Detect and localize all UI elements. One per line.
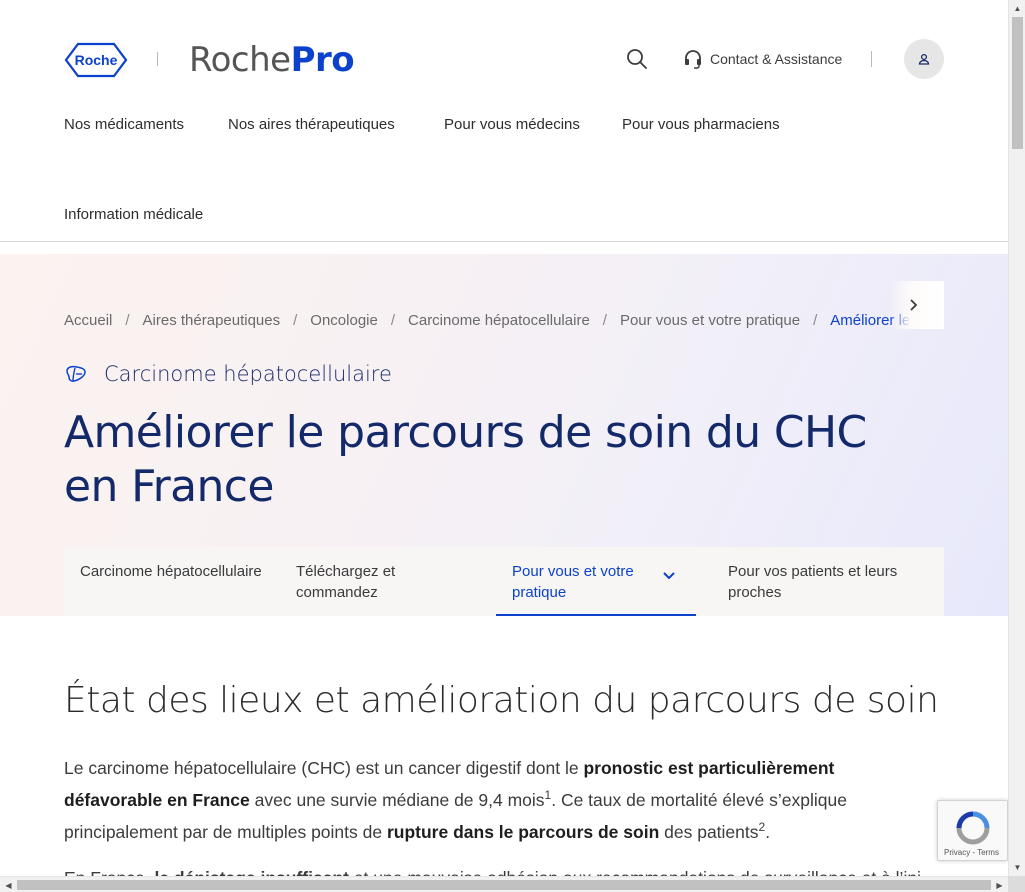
chevron-right-icon <box>910 299 918 311</box>
recaptcha-badge[interactable]: Privacy - Terms <box>937 800 1008 861</box>
subnav-item-telechargez[interactable]: Téléchargez et commandez <box>280 547 496 616</box>
section-subnav: Carcinome hépatocellulaire Téléchargez e… <box>64 547 944 616</box>
roche-logo[interactable]: Roche <box>64 42 128 78</box>
topic-label: Carcinome hépatocellulaire <box>64 362 392 386</box>
breadcrumb-item-chc[interactable]: Carcinome hépatocellulaire <box>408 312 590 329</box>
subnav-label: Téléchargez et commandez <box>296 563 396 601</box>
para-bold: rupture dans le parcours de soin <box>386 822 660 842</box>
nav-item-medicaments[interactable]: Nos médicaments <box>64 116 184 133</box>
recaptcha-icon <box>956 811 990 845</box>
recaptcha-links[interactable]: Privacy - Terms <box>944 848 999 857</box>
contact-assistance-link[interactable]: Contact & Assistance <box>684 46 842 72</box>
scroll-right-icon[interactable]: ▶ <box>991 877 1008 892</box>
nav-item-information-medicale[interactable]: Information médicale <box>64 206 203 223</box>
breadcrumb-separator: / <box>293 311 298 329</box>
account-button[interactable] <box>904 39 944 79</box>
subnav-label: Pour vous et votre pratique <box>512 563 634 601</box>
nav-item-pharmaciens[interactable]: Pour vous pharmaciens <box>622 116 780 133</box>
breadcrumb-item-oncologie[interactable]: Oncologie <box>310 312 378 329</box>
topic-label-text: Carcinome hépatocellulaire <box>104 362 392 386</box>
breadcrumb-item-pratique[interactable]: Pour vous et votre pratique <box>620 312 800 329</box>
brand-part-roche: Roche <box>189 40 291 80</box>
vertical-scrollbar[interactable]: ▲ ▼ <box>1008 0 1025 876</box>
horizontal-scrollbar[interactable]: ◀ ▶ <box>0 876 1008 892</box>
contact-label: Contact & Assistance <box>710 51 843 67</box>
breadcrumb-item-aires[interactable]: Aires thérapeutiques <box>143 312 281 329</box>
site-header: Roche RochePro Contact & Assistance Nos … <box>0 0 1008 242</box>
breadcrumb: Accueil / Aires thérapeutiques / Oncolog… <box>64 296 944 344</box>
subnav-label: Pour vos patients et leurs proches <box>728 563 898 601</box>
breadcrumb-item-accueil[interactable]: Accueil <box>64 312 112 329</box>
second-paragraph: En France, le dépistage insuffisant et u… <box>64 862 924 876</box>
chevron-down-icon <box>663 572 675 580</box>
logo-divider <box>157 52 158 66</box>
para-text: des patients <box>659 822 759 842</box>
nav-item-aires-therapeutiques[interactable]: Nos aires thérapeutiques <box>228 116 395 133</box>
scroll-left-icon[interactable]: ◀ <box>0 877 17 892</box>
page-title: Améliorer le parcours de soin du CHC en … <box>64 407 867 512</box>
subnav-item-pratique[interactable]: Pour vous et votre pratique <box>496 547 696 616</box>
horizontal-scroll-thumb[interactable] <box>17 880 991 890</box>
subnav-item-chc[interactable]: Carcinome hépatocellulaire <box>64 547 280 616</box>
para-text: Le carcinome hépatocellulaire (CHC) est … <box>64 758 584 778</box>
nav-item-medecins[interactable]: Pour vous médecins <box>444 116 580 133</box>
scroll-up-icon[interactable]: ▲ <box>1009 0 1025 17</box>
liver-icon <box>66 365 86 382</box>
headset-icon <box>685 50 701 69</box>
para-text: . <box>765 822 771 842</box>
hero-section: Accueil / Aires thérapeutiques / Oncolog… <box>0 254 1008 616</box>
scroll-down-icon[interactable]: ▼ <box>1009 859 1025 876</box>
section-heading: État des lieux et amélioration du parcou… <box>64 680 939 721</box>
user-icon <box>918 53 930 65</box>
breadcrumb-separator: / <box>125 311 130 329</box>
search-icon <box>627 49 647 69</box>
breadcrumb-separator: / <box>390 311 396 329</box>
rochepro-brand[interactable]: RochePro <box>189 38 355 82</box>
subnav-label: Carcinome hépatocellulaire <box>80 563 262 580</box>
breadcrumb-scroll-right-button[interactable] <box>889 281 944 329</box>
breadcrumb-separator: / <box>813 311 818 329</box>
para-text: avec une survie médiane de 9,4 mois <box>249 790 545 810</box>
search-button[interactable] <box>624 46 650 72</box>
header-divider <box>871 51 872 67</box>
scrollbar-corner <box>1008 876 1025 892</box>
para-text: En France, <box>64 868 154 876</box>
intro-paragraph: Le carcinome hépatocellulaire (CHC) est … <box>64 752 924 848</box>
subnav-item-patients[interactable]: Pour vos patients et leurs proches <box>712 547 928 616</box>
roche-logo-text: Roche <box>75 52 118 68</box>
vertical-scroll-thumb[interactable] <box>1012 17 1023 149</box>
para-bold: le dépistage insuffisant <box>154 868 348 876</box>
breadcrumb-separator: / <box>602 311 607 329</box>
brand-part-pro: Pro <box>290 40 355 80</box>
page: Roche RochePro Contact & Assistance Nos … <box>0 0 1008 876</box>
para-text: et une mauvaise adhésion aux recommandat… <box>349 868 921 876</box>
